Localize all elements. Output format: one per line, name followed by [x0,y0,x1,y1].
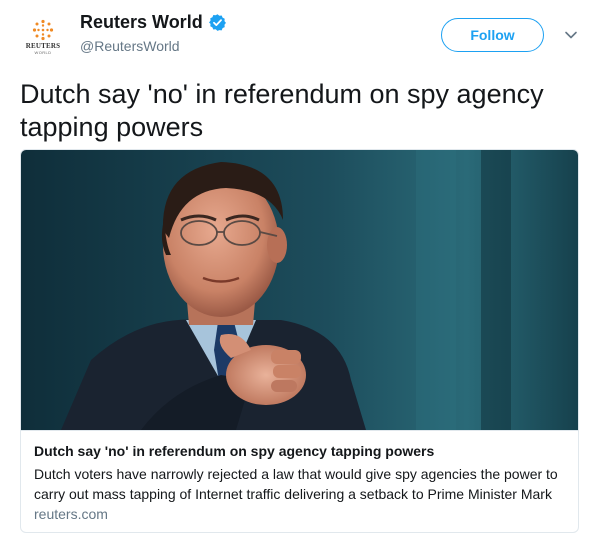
author-handle[interactable]: @ReutersWorld [80,38,227,54]
card-domain[interactable]: reuters.com [34,506,108,522]
card-image[interactable] [21,150,578,430]
card-body[interactable]: Dutch say 'no' in referendum on spy agen… [21,430,578,532]
author-display-name[interactable]: Reuters World [80,12,203,33]
avatar[interactable]: REUTERS WORLD [20,14,66,60]
tweet-text: Dutch say 'no' in referendum on spy agen… [20,79,544,142]
chevron-down-icon[interactable] [563,27,579,43]
avatar-logo-text: REUTERS [25,42,61,50]
author-names: Reuters World @ReutersWorld [80,12,227,54]
card-title[interactable]: Dutch say 'no' in referendum on spy agen… [34,443,434,459]
verified-badge-icon [208,14,226,31]
reuters-logo-icon [32,19,54,41]
tweet-header: REUTERS WORLD Reuters World @ReutersWorl… [20,10,585,60]
card-description: Dutch voters have narrowly rejected a la… [34,466,558,502]
link-card[interactable]: Dutch say 'no' in referendum on spy agen… [20,149,579,533]
avatar-logo-subtext: WORLD [34,50,52,55]
follow-button[interactable]: Follow [441,18,544,52]
